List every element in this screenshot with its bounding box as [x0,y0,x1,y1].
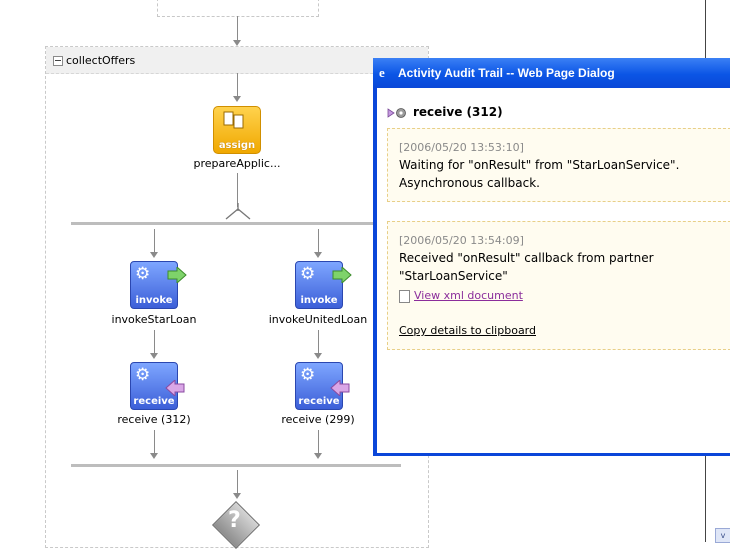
connector-arrow [314,252,322,258]
connector-arrow [233,96,241,102]
receive-tag: receive [298,396,340,407]
view-xml-link[interactable]: View xml document [414,289,523,302]
invoke-united-loan-label: invokeUnitedLoan [268,313,368,326]
connector-line [318,430,319,454]
scroll-down-button[interactable]: v [715,528,730,543]
assign-tag: assign [218,140,256,151]
previous-activity-box [157,0,319,17]
outbound-arrow-icon [332,267,352,283]
invoke-activity-icon[interactable]: ⚙ invoke [295,261,352,309]
connector-line [154,229,155,253]
connector-arrow [233,493,241,499]
receive-tag: receive [133,396,175,407]
connector-line [154,430,155,454]
document-icon [399,289,410,303]
connector-arrow [150,353,158,359]
connector-line [237,173,238,207]
scope-title: collectOffers [66,54,136,67]
connector-arrow [150,252,158,258]
connector-line [237,470,238,494]
dialog-titlebar[interactable]: e Activity Audit Trail -- Web Page Dialo… [373,58,730,88]
gear-icon: ⚙ [135,264,151,284]
gear-icon: ⚙ [300,264,316,284]
connector-arrow [314,453,322,459]
entry-message-line: "StarLoanService" [399,269,508,283]
scope-header: collectOffers [46,47,428,74]
connector-line [154,330,155,354]
receive-312-label: receive (312) [117,413,191,426]
connector-arrow [314,353,322,359]
gear-icon: ⚙ [135,365,151,385]
entry-timestamp: [2006/05/20 13:53:10] [399,141,524,154]
inbound-arrow-icon [165,380,185,396]
receive-activity-icon[interactable]: ⚙ receive [130,362,185,410]
activity-audit-dialog: e Activity Audit Trail -- Web Page Dialo… [373,58,730,456]
receive-activity-small-icon [387,108,406,118]
connector-line [318,229,319,253]
connector-line [237,16,238,42]
receive-activity-icon[interactable]: ⚙ receive [295,362,350,410]
receive-299-label: receive (299) [281,413,355,426]
assign-documents-icon [223,111,244,129]
audit-entry: [2006/05/20 13:53:10] Waiting for "onRes… [387,128,730,202]
flow-bottom-bar [71,464,401,467]
connector-line [237,73,238,97]
question-mark-icon: ? [228,508,241,533]
assign-activity-icon[interactable]: assign [213,106,261,154]
entry-message-line: Received "onResult" callback from partne… [399,251,654,265]
invoke-activity-icon[interactable]: ⚙ invoke [130,261,187,309]
dialog-body: receive (312) [2006/05/20 13:53:10] Wait… [377,88,730,453]
audit-entry: [2006/05/20 13:54:09] Received "onResult… [387,221,730,350]
invoke-tag: invoke [135,295,173,306]
connector-line [318,330,319,354]
collapse-icon[interactable] [53,56,63,66]
flow-split-icon [225,203,251,220]
entry-message-line: Waiting for "onResult" from "StarLoanSer… [399,158,680,172]
entry-message-line: Asynchronous callback. [399,176,540,190]
ie-page-icon: e [379,65,385,80]
invoke-star-loan-label: invokeStarLoan [111,313,197,326]
outbound-arrow-icon [167,267,187,283]
dialog-title: Activity Audit Trail -- Web Page Dialog [398,66,615,80]
assign-label: prepareApplic... [193,157,281,170]
invoke-tag: invoke [300,295,338,306]
gear-icon: ⚙ [300,365,316,385]
flow-top-bar [71,222,401,225]
entry-timestamp: [2006/05/20 13:54:09] [399,234,524,247]
activity-title: receive (312) [413,105,503,119]
connector-arrow [150,453,158,459]
inbound-arrow-icon [330,380,350,396]
copy-details-link[interactable]: Copy details to clipboard [399,324,536,337]
view-xml-row: View xml document [399,289,523,303]
